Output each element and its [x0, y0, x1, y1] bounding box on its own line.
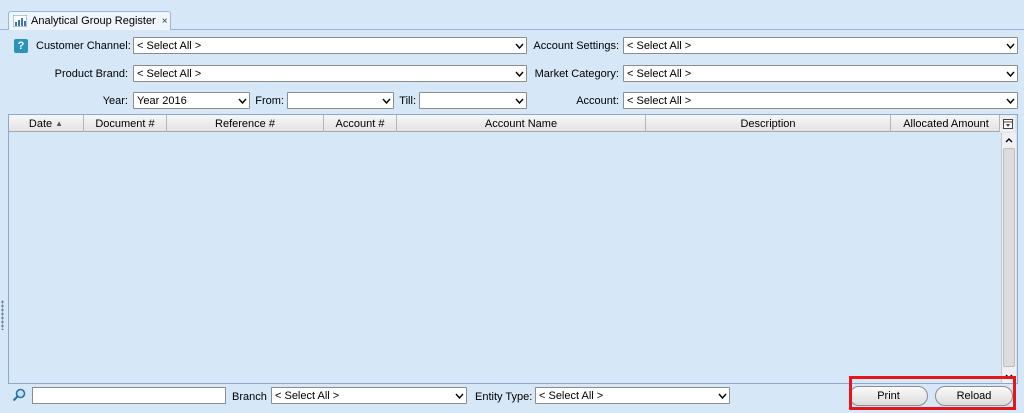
vertical-scrollbar[interactable] — [1001, 133, 1016, 383]
close-icon[interactable]: × — [162, 16, 168, 27]
chevron-down-icon — [1003, 66, 1017, 81]
chevron-down-icon — [512, 66, 526, 81]
highlight-box — [849, 376, 1016, 410]
column-allocated-amount[interactable]: Allocated Amount — [891, 115, 1001, 132]
till-date-select[interactable] — [419, 92, 527, 109]
entity-type-select[interactable]: < Select All > — [535, 387, 730, 404]
branch-select[interactable]: < Select All > — [271, 387, 467, 404]
chevron-down-icon — [1003, 93, 1017, 108]
register-grid: Date ▲ Document # Reference # Account # … — [8, 114, 1018, 384]
column-account-name[interactable]: Account Name — [397, 115, 646, 132]
column-date[interactable]: Date ▲ — [9, 115, 84, 132]
entity-type-label: Entity Type: — [475, 391, 533, 403]
scroll-thumb[interactable] — [1003, 148, 1015, 367]
customer-channel-select[interactable]: < Select All > — [133, 37, 527, 54]
till-label: Till: — [399, 95, 416, 107]
account-label: Account: — [576, 95, 619, 107]
chevron-down-icon — [452, 388, 466, 403]
column-reference[interactable]: Reference # — [167, 115, 324, 132]
chevron-down-icon — [1003, 38, 1017, 53]
chevron-down-icon — [235, 93, 249, 108]
account-settings-select[interactable]: < Select All > — [623, 37, 1018, 54]
tab-analytical-group-register[interactable]: Analytical Group Register × — [8, 11, 171, 30]
market-category-label: Market Category: — [534, 68, 619, 80]
account-select[interactable]: < Select All > — [623, 92, 1018, 109]
product-brand-select[interactable]: < Select All > — [133, 65, 527, 82]
chevron-down-icon — [512, 93, 526, 108]
branch-label: Branch — [232, 391, 267, 403]
from-label: From: — [255, 95, 284, 107]
market-category-select[interactable]: < Select All > — [623, 65, 1018, 82]
from-date-select[interactable] — [287, 92, 394, 109]
account-settings-label: Account Settings: — [533, 40, 619, 52]
chevron-down-icon — [715, 388, 729, 403]
resize-handle[interactable] — [1, 300, 4, 330]
product-brand-label: Product Brand: — [54, 68, 128, 80]
column-document[interactable]: Document # — [84, 115, 167, 132]
column-description[interactable]: Description — [646, 115, 891, 132]
grid-header: Date ▲ Document # Reference # Account # … — [9, 115, 1001, 132]
year-label: Year: — [102, 95, 128, 107]
search-icon[interactable] — [12, 388, 26, 402]
chevron-down-icon — [379, 93, 393, 108]
year-select[interactable]: Year 2016 — [133, 92, 250, 109]
scroll-up-icon[interactable] — [1002, 133, 1016, 147]
help-icon[interactable]: ? — [14, 39, 28, 53]
chart-icon — [13, 15, 27, 27]
customer-channel-label: Customer Channel: — [36, 40, 131, 52]
column-chooser-icon[interactable] — [999, 115, 1015, 132]
sort-ascending-icon: ▲ — [55, 119, 64, 128]
tab-title: Analytical Group Register — [31, 15, 156, 27]
search-input[interactable] — [32, 387, 226, 404]
chevron-down-icon — [512, 38, 526, 53]
column-account-number[interactable]: Account # — [324, 115, 397, 132]
tab-strip: Analytical Group Register × — [0, 0, 1024, 30]
